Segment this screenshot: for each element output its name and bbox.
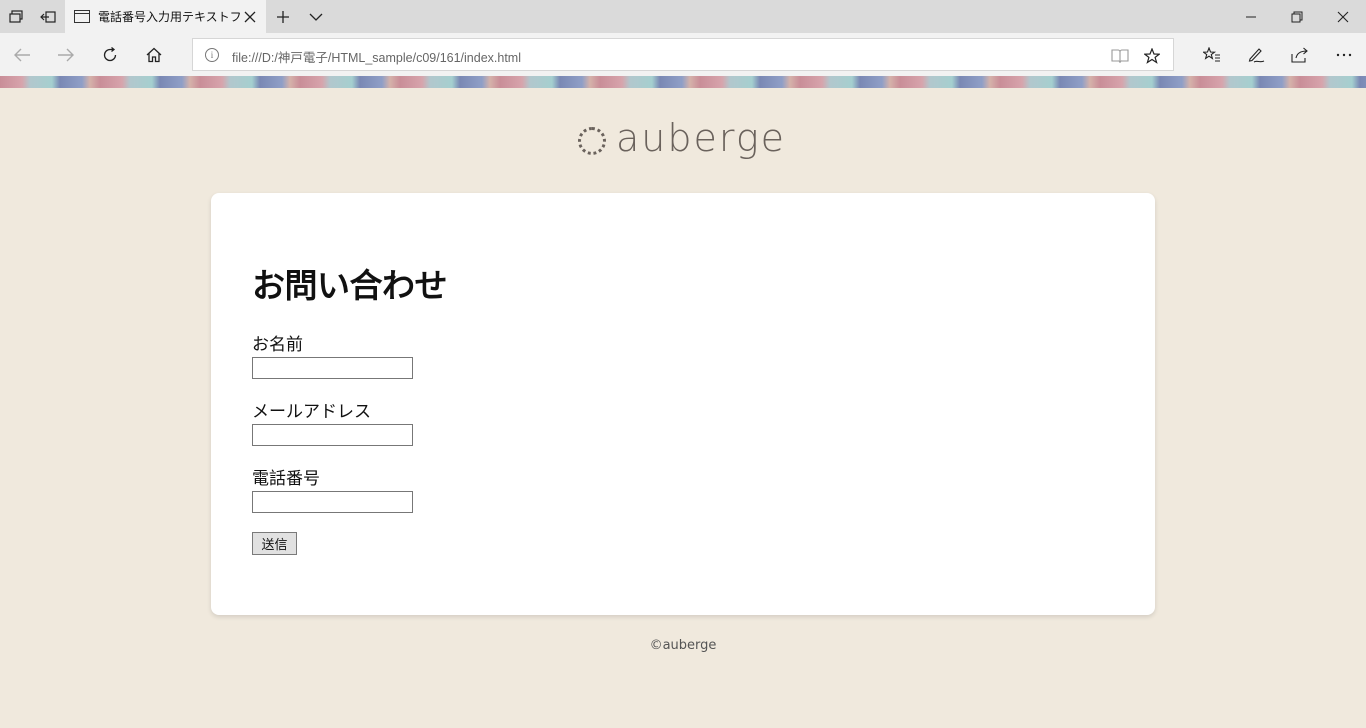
page-icon — [74, 10, 90, 23]
forward-icon[interactable] — [44, 33, 88, 76]
restore-icon[interactable] — [1274, 0, 1320, 33]
phone-label: 電話番号 — [252, 469, 320, 489]
footer-copyright: ©auberge — [649, 638, 717, 653]
email-label: メールアドレス — [252, 402, 371, 422]
tab-title: 電話番号入力用テキストフ — [98, 10, 240, 24]
contact-form-card: お問い合わせ お名前 メールアドレス 電話番号 送信 — [211, 193, 1155, 615]
minimize-icon[interactable] — [1228, 0, 1274, 33]
reading-view-icon[interactable] — [1109, 45, 1131, 67]
decorative-stripe — [0, 76, 1366, 88]
active-tab[interactable]: 電話番号入力用テキストフ — [65, 0, 266, 33]
logo-ring-icon — [578, 127, 606, 155]
address-url[interactable]: file:///D:/神戸電子/HTML_sample/c09/161/inde… — [232, 47, 521, 66]
submit-button[interactable]: 送信 — [252, 532, 297, 555]
close-tab-icon[interactable] — [243, 9, 257, 23]
back-icon[interactable] — [0, 33, 44, 76]
home-icon[interactable] — [132, 33, 176, 76]
web-note-pen-icon[interactable] — [1234, 33, 1278, 76]
favorite-star-icon[interactable] — [1141, 45, 1163, 67]
name-input[interactable] — [252, 357, 413, 379]
new-tab-icon[interactable] — [266, 0, 300, 33]
phone-input[interactable] — [252, 491, 413, 513]
email-input[interactable] — [252, 424, 413, 446]
set-tabs-aside-icon[interactable] — [32, 0, 64, 33]
share-icon[interactable] — [1278, 33, 1322, 76]
tab-preview-chevron-icon[interactable] — [300, 0, 332, 33]
site-info-icon[interactable]: i — [205, 48, 219, 62]
tab-manager-icon[interactable] — [0, 0, 32, 33]
tab-bar: 電話番号入力用テキストフ — [0, 0, 1366, 33]
site-logo[interactable]: auberge — [578, 118, 786, 164]
address-bar[interactable]: i file:///D:/神戸電子/HTML_sample/c09/161/in… — [192, 38, 1174, 71]
refresh-icon[interactable] — [88, 33, 132, 76]
page-title: お問い合わせ — [252, 266, 448, 305]
navigation-bar: i file:///D:/神戸電子/HTML_sample/c09/161/in… — [0, 33, 1366, 76]
name-label: お名前 — [252, 335, 303, 355]
close-window-icon[interactable] — [1320, 0, 1366, 33]
more-options-icon[interactable] — [1322, 33, 1366, 76]
logo-text: auberge — [616, 116, 787, 160]
favorites-hub-icon[interactable] — [1190, 33, 1234, 76]
